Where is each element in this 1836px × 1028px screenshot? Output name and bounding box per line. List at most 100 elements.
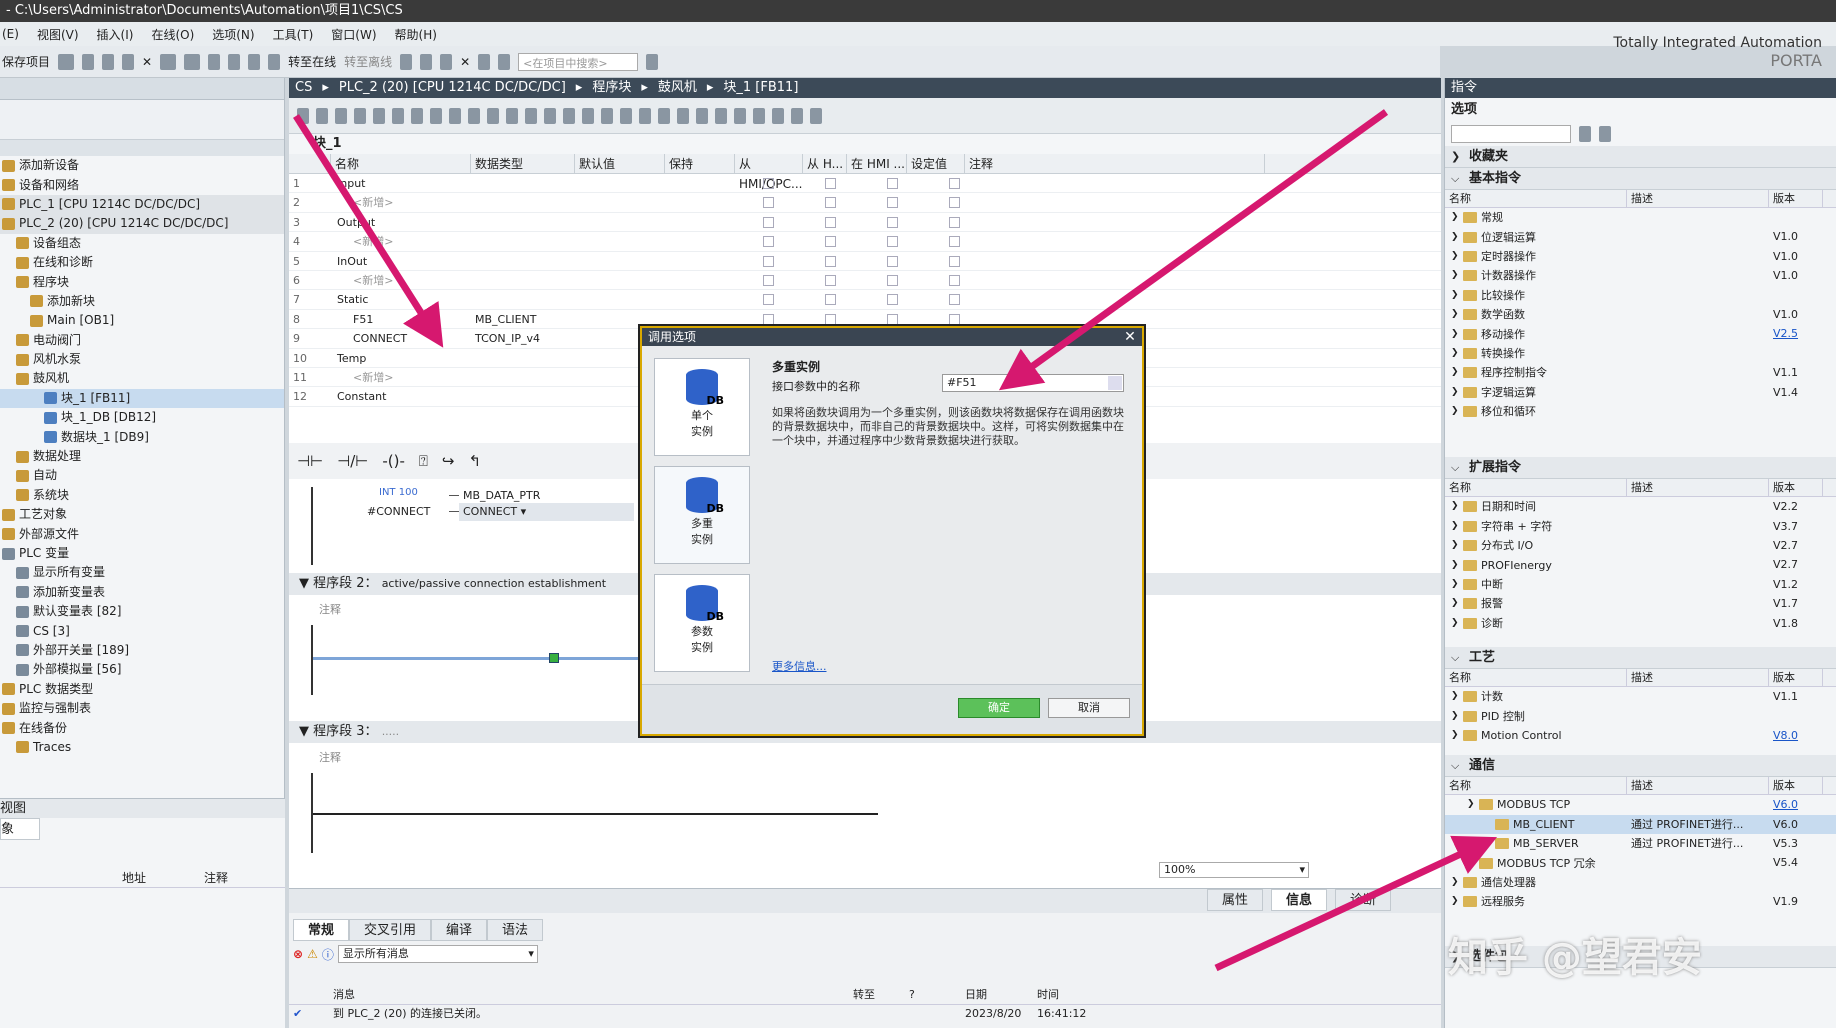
more-info-link[interactable]: 更多信息... (772, 658, 827, 674)
iface-checkbox[interactable] (824, 274, 836, 286)
editor-tool-icon[interactable] (734, 107, 746, 124)
message-filter-select[interactable]: 显示所有消息 ▾ (337, 945, 538, 963)
editor-tool-icon[interactable] (354, 107, 366, 124)
instr-item[interactable]: ❯ PROFIenergy V2.7 (1445, 555, 1836, 574)
tree-item[interactable]: PLC 数据类型 (0, 680, 284, 699)
instr-item[interactable]: MB_SERVER 通过 PROFINET进行... V5.3 (1445, 834, 1836, 853)
undo-icon[interactable] (160, 53, 177, 70)
inspector-tab[interactable]: 信息 (1270, 889, 1327, 911)
iface-checkbox[interactable] (948, 236, 960, 248)
go-offline-button[interactable]: 转至离线 (344, 53, 392, 70)
tree-item[interactable]: PLC_2 (20) [CPU 1214C DC/DC/DC] (0, 214, 284, 234)
instr-item[interactable]: ❯ 字逻辑运算 V1.4 (1445, 383, 1836, 402)
iface-row[interactable]: 6 <新增> (289, 271, 1441, 291)
tree-item[interactable]: 块_1 [FB11] (0, 388, 284, 409)
dialog-close-icon[interactable]: ✕ (1122, 328, 1138, 346)
no-contact-icon[interactable]: ⊣⊢ (297, 452, 323, 470)
iface-checkbox[interactable] (824, 313, 836, 325)
instr-item[interactable]: ❯ 程序控制指令 V1.1 (1445, 363, 1836, 382)
instr-item[interactable]: ❯ 远程服务 V1.9 (1445, 892, 1836, 911)
zoom-select[interactable]: 100% ▾ (1159, 862, 1309, 878)
editor-tool-icon[interactable] (392, 107, 404, 124)
instr-item[interactable]: ❯ 字符串 + 字符 V3.7 (1445, 517, 1836, 536)
iface-row[interactable]: 2 <新增> (289, 193, 1441, 213)
editor-tool-icon[interactable] (601, 107, 613, 124)
editor-tool-icon[interactable] (544, 107, 556, 124)
expand-icon[interactable]: ❯ (1451, 556, 1459, 575)
tree-item[interactable]: 默认变量表 [82] (0, 602, 284, 621)
tree-item[interactable]: 风机水泵 (0, 350, 284, 369)
accessible-devices-icon[interactable] (400, 53, 413, 70)
tree-item[interactable]: 工艺对象 (0, 505, 284, 524)
expand-icon[interactable]: ❯ (1451, 344, 1459, 363)
connection-point-icon[interactable] (549, 653, 559, 663)
menu-item-7[interactable]: 帮助(H) (395, 26, 437, 43)
interface-name-input[interactable]: #F51 (942, 374, 1124, 392)
expand-icon[interactable]: ❯ (1451, 363, 1459, 382)
tree-item[interactable]: 电动阀门 (0, 331, 284, 350)
iface-checkbox[interactable] (762, 294, 774, 306)
instr-item[interactable]: ❯ 计数器操作 V1.0 (1445, 266, 1836, 285)
expand-icon[interactable]: ❯ (1451, 536, 1459, 555)
search-go-icon[interactable] (646, 53, 659, 70)
editor-tool-icon[interactable] (772, 107, 784, 124)
compile-icon[interactable] (208, 53, 221, 70)
ok-button[interactable]: 确定 (958, 698, 1040, 718)
section-basic[interactable]: 基本指令 (1445, 168, 1836, 190)
iface-checkbox[interactable] (948, 255, 960, 267)
editor-tool-icon[interactable] (316, 107, 328, 124)
simulate-icon[interactable] (268, 53, 281, 70)
editor-tool-icon[interactable] (487, 107, 499, 124)
iface-checkbox[interactable] (824, 216, 836, 228)
expand-icon[interactable]: ❯ (1451, 383, 1459, 402)
instr-item[interactable]: ❯ 定时器操作 V1.0 (1445, 247, 1836, 266)
message-row[interactable]: ✔ 到 PLC_2 (20) 的连接已关闭。 2023/8/20 16:41:1… (289, 1005, 1441, 1023)
tree-item[interactable]: Main [OB1] (0, 311, 284, 330)
tree-item[interactable]: CS [3] (0, 621, 284, 640)
expand-icon[interactable]: ❯ (1451, 687, 1459, 706)
paste-icon[interactable] (122, 53, 135, 70)
tree-item[interactable]: 鼓风机 (0, 369, 284, 388)
instr-item[interactable]: ❯ 数学函数 V1.0 (1445, 305, 1836, 324)
tree-item[interactable]: 添加新变量表 (0, 583, 284, 602)
tree-item[interactable]: 外部开关量 [189] (0, 641, 284, 660)
expand-icon[interactable]: ❯ (1451, 594, 1459, 613)
iface-checkbox[interactable] (886, 255, 898, 267)
iface-checkbox[interactable] (762, 274, 774, 286)
menu-item-6[interactable]: 窗口(W) (331, 26, 376, 43)
editor-tool-icon[interactable] (715, 107, 727, 124)
print-icon[interactable] (58, 53, 75, 70)
iface-checkbox[interactable] (762, 255, 774, 267)
tree-item[interactable]: 在线和诊断 (0, 253, 284, 272)
expand-icon[interactable]: ❯ (1451, 286, 1459, 305)
expand-icon[interactable]: ❯ (1451, 305, 1459, 324)
split-vertical-icon[interactable] (498, 53, 511, 70)
editor-tool-icon[interactable] (468, 107, 480, 124)
instr-item[interactable]: ❯ 中断 V1.2 (1445, 575, 1836, 594)
instr-item[interactable]: ❯ 移位和循环 (1445, 402, 1836, 421)
tree-item[interactable]: 添加新设备 (0, 156, 284, 175)
editor-tool-icon[interactable] (373, 107, 385, 124)
iface-checkbox[interactable] (948, 197, 960, 209)
upload-icon[interactable] (248, 53, 261, 70)
expand-icon[interactable]: ❯ (1451, 402, 1459, 421)
instr-item-version[interactable]: V6.0 (1769, 795, 1823, 814)
editor-tool-icon[interactable] (506, 107, 518, 124)
menu-item-0[interactable]: (E) (2, 27, 19, 41)
instr-item-version[interactable]: V8.0 (1769, 726, 1823, 745)
instr-item[interactable]: ❯ 日期和时间 V2.2 (1445, 497, 1836, 516)
bottom-tab[interactable]: 常规 (293, 919, 350, 941)
expand-icon[interactable]: ❯ (1451, 266, 1459, 285)
editor-tool-icon[interactable] (582, 107, 594, 124)
breadcrumb-item[interactable]: PLC_2 (20) [CPU 1214C DC/DC/DC] (339, 78, 566, 98)
bottom-tab[interactable]: 交叉引用 (349, 919, 432, 941)
tree-item[interactable]: Traces (0, 738, 284, 757)
cut-icon[interactable] (82, 53, 95, 70)
multi-instance-option[interactable]: 多重 实例 (654, 466, 750, 564)
instr-item[interactable]: ❯ 分布式 I/O V2.7 (1445, 536, 1836, 555)
editor-tool-icon[interactable] (658, 107, 670, 124)
expand-icon[interactable]: ❯ (1451, 247, 1459, 266)
breadcrumb-item[interactable]: 程序块 (592, 78, 631, 98)
search-up-icon[interactable] (1599, 126, 1611, 142)
editor-tool-icon[interactable] (677, 107, 689, 124)
